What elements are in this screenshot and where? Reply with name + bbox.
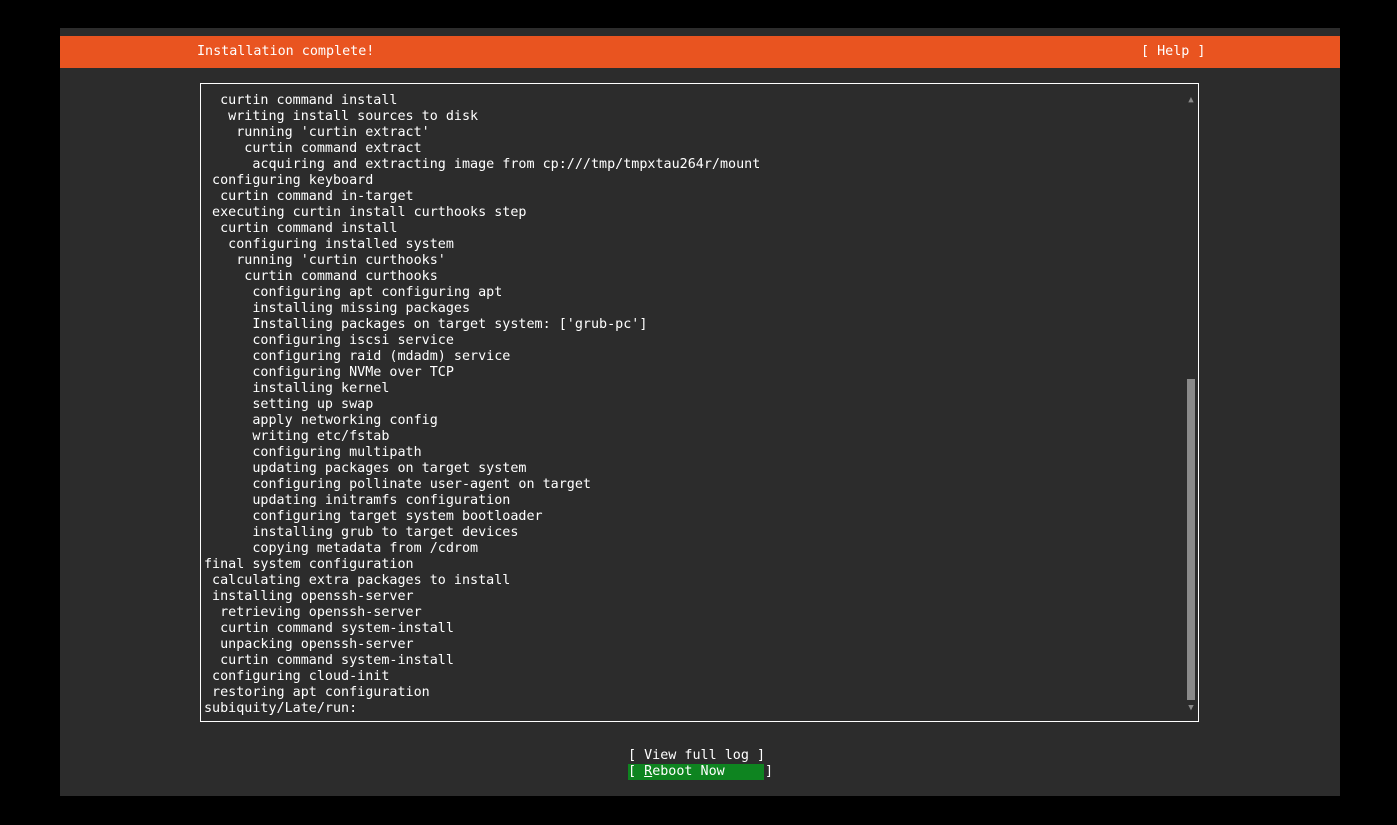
log-line: copying metadata from /cdrom [204,541,479,556]
log-line: installing grub to target devices [204,525,519,540]
log-line: curtin command install [204,221,398,236]
reboot-hotkey: R [644,764,653,779]
log-line: configuring NVMe over TCP [204,365,454,380]
reboot-button-open: [ [628,764,645,779]
log-line: acquiring and extracting image from cp:/… [204,157,761,172]
log-line: updating packages on target system [204,461,527,476]
log-line: configuring apt configuring apt [204,285,503,300]
log-line: curtin command curthooks [204,269,438,284]
log-line: writing etc/fstab [204,429,390,444]
log-line: curtin command system-install [204,621,454,636]
log-line: configuring multipath [204,445,422,460]
log-line: writing install sources to disk [204,109,479,124]
log-line: configuring pollinate user-agent on targ… [204,477,591,492]
log-line: calculating extra packages to install [204,573,511,588]
log-line: configuring target system bootloader [204,509,543,524]
log-line: curtin command in-target [204,189,414,204]
log-line: subiquity/Late/run: [204,701,358,716]
reboot-now-button[interactable]: [ Reboot Now ] [628,764,773,780]
log-line: retrieving openssh-server [204,605,422,620]
log-line: restoring apt configuration [204,685,430,700]
log-line: executing curtin install curthooks step [204,205,527,220]
installer-screen: Installation complete! [ Help ] curtin c… [60,28,1340,796]
log-line: configuring cloud-init [204,669,390,684]
log-line: installing kernel [204,381,390,396]
log-line: curtin command system-install [204,653,454,668]
log-line: curtin command install [204,93,398,108]
log-line: unpacking openssh-server [204,637,414,652]
scrollbar-thumb[interactable] [1187,379,1195,700]
page-title: Installation complete! [197,44,375,59]
log-line: updating initramfs configuration [204,493,511,508]
log-line: final system configuration [204,557,414,572]
log-line: Installing packages on target system: ['… [204,317,648,332]
log-line: configuring installed system [204,237,454,252]
log-line: setting up swap [204,397,374,412]
scrollbar-track[interactable] [1187,108,1195,700]
log-line: apply networking config [204,413,438,428]
log-line: installing missing packages [204,301,471,316]
header-bar: Installation complete! [ Help ] [60,36,1340,68]
log-lines: curtin command install writing install s… [204,93,1184,717]
log-line: running 'curtin extract' [204,125,430,140]
log-line: installing openssh-server [204,589,414,604]
reboot-button-label: eboot Now ] [652,764,774,779]
scroll-up-arrow-icon[interactable]: ▲ [1187,92,1195,108]
log-line: configuring keyboard [204,173,374,188]
log-line: running 'curtin curthooks' [204,253,446,268]
view-full-log-button[interactable]: [ View full log ] [628,748,765,764]
log-line: configuring raid (mdadm) service [204,349,511,364]
help-button[interactable]: [ Help ] [1141,44,1206,60]
scroll-down-arrow-icon[interactable]: ▼ [1187,700,1195,716]
log-line: configuring iscsi service [204,333,454,348]
install-log-panel[interactable]: curtin command install writing install s… [200,83,1199,722]
log-line: curtin command extract [204,141,422,156]
